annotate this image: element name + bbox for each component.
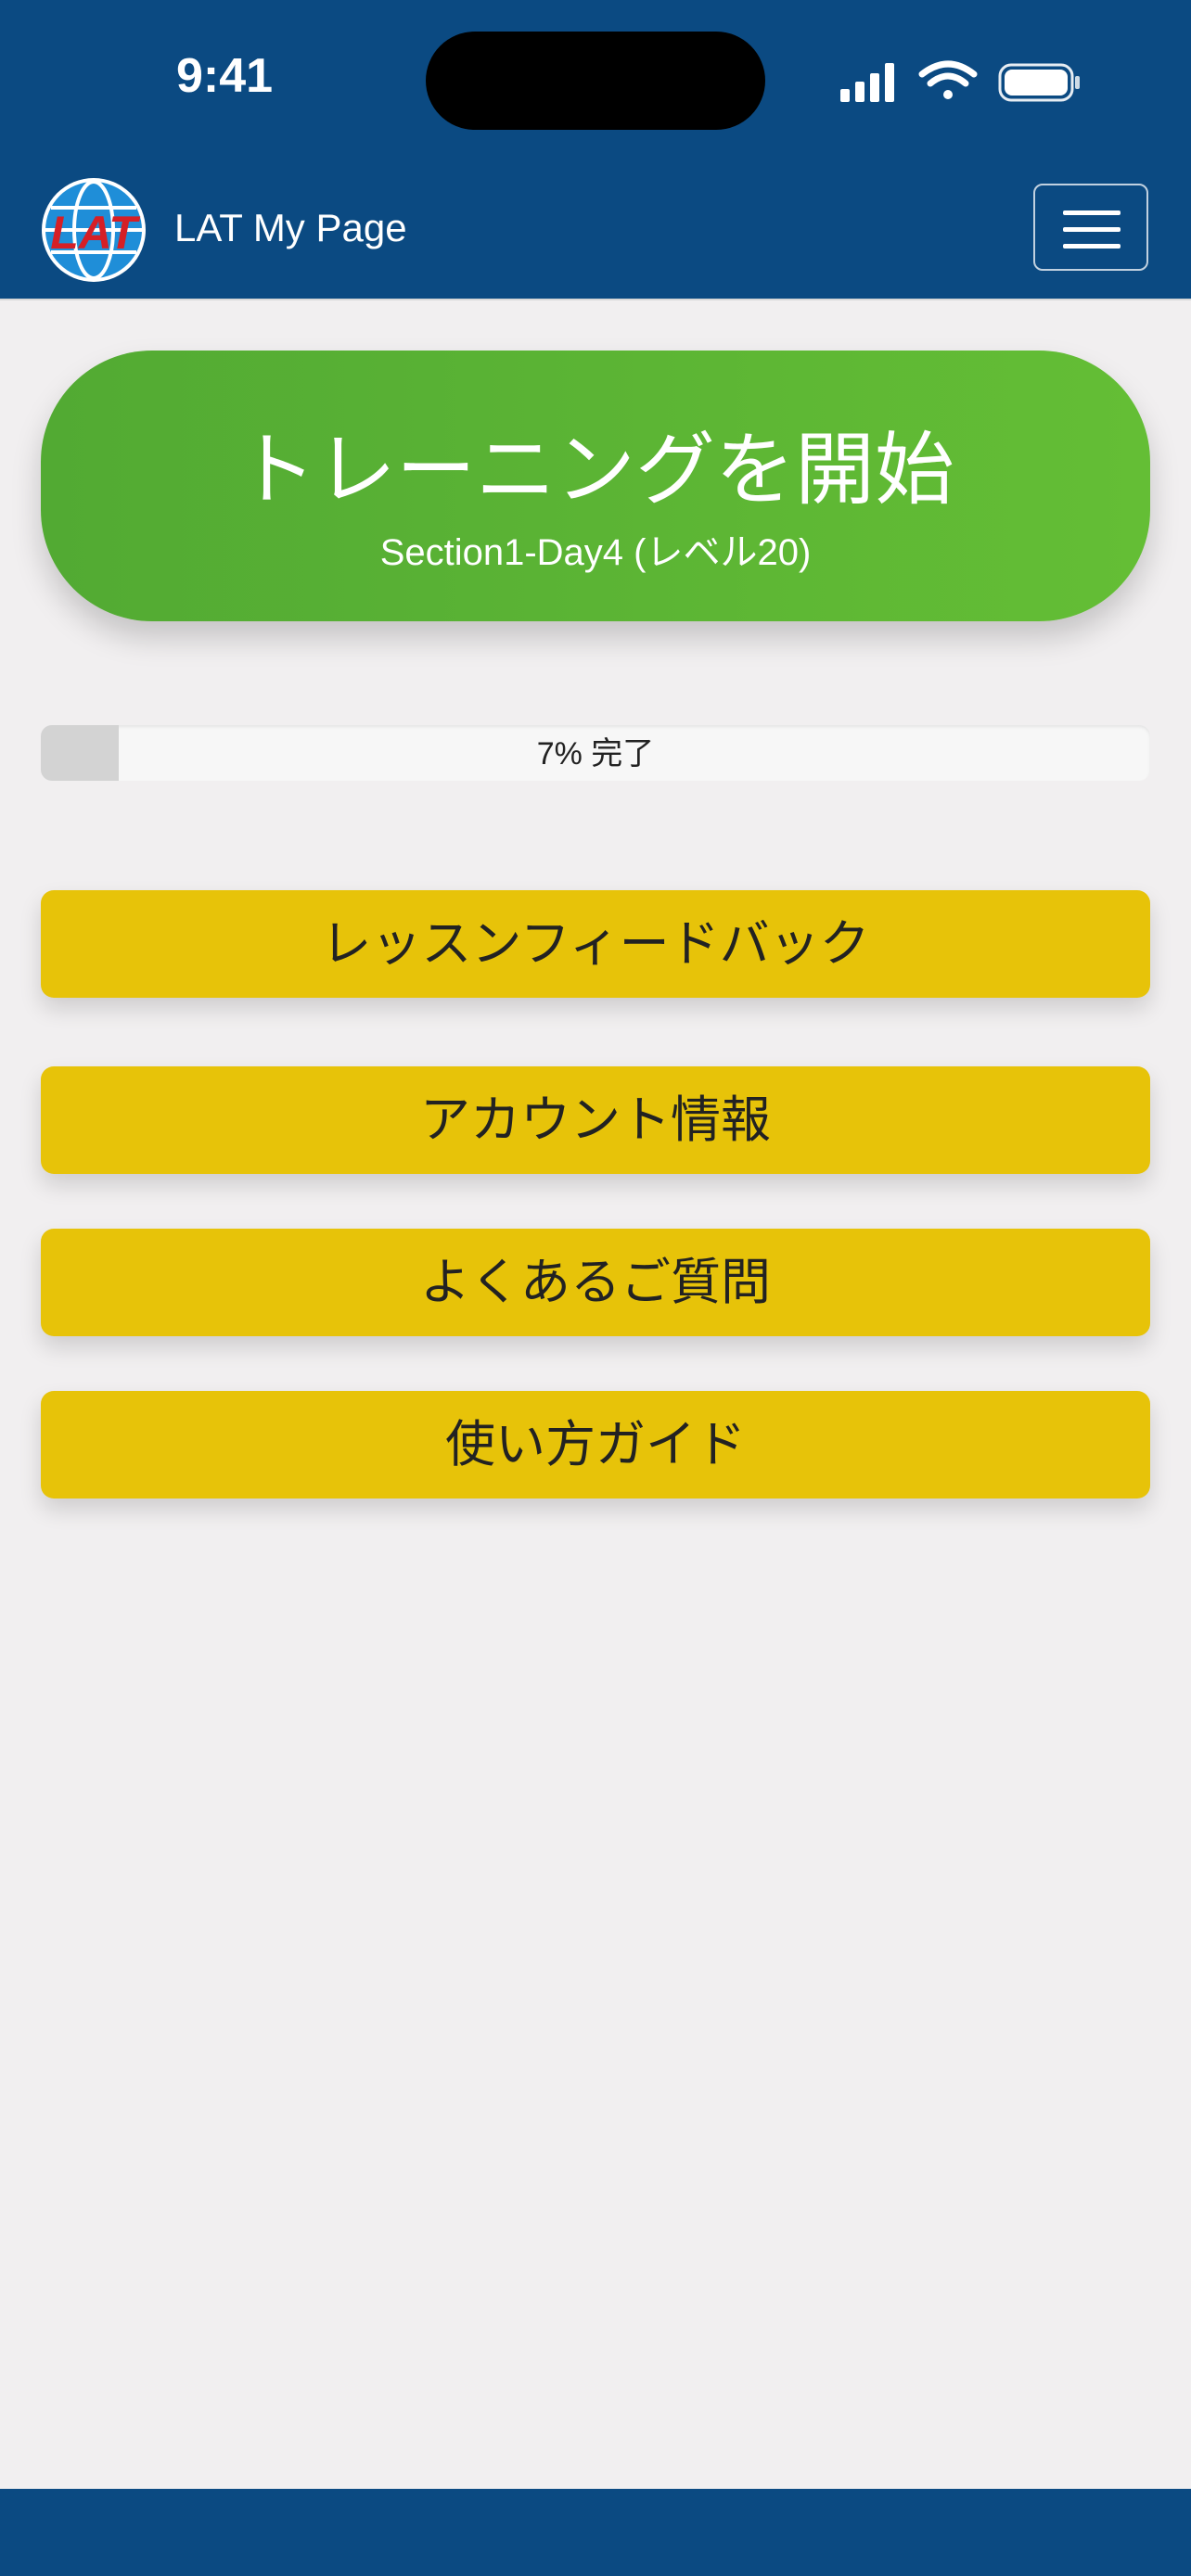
- brand-title: LAT My Page: [174, 206, 407, 249]
- dynamic-island: [426, 32, 765, 130]
- start-training-title: トレーニングを開始: [237, 426, 954, 515]
- signal-icon: [840, 63, 894, 102]
- battery-icon: [998, 63, 1080, 102]
- hamburger-icon: [1063, 210, 1121, 215]
- status-time: 9:41: [176, 49, 274, 103]
- status-bar: 9:41: [0, 0, 1191, 158]
- bottom-bar: [0, 2489, 1191, 2576]
- wifi-icon: [918, 60, 978, 99]
- navbar: LAT LAT My Page: [0, 158, 1191, 300]
- faq-button[interactable]: よくあるご質問: [41, 1229, 1150, 1336]
- lat-logo[interactable]: LAT: [40, 176, 147, 284]
- menu-button[interactable]: [1033, 184, 1148, 271]
- status-icons: [840, 60, 1080, 102]
- progress-label: 7% 完了: [536, 736, 655, 772]
- hamburger-icon: [1063, 244, 1121, 249]
- account-info-button[interactable]: アカウント情報: [41, 1066, 1150, 1174]
- progress-bar: 7% 完了: [41, 725, 1150, 781]
- lesson-feedback-button[interactable]: レッスンフィードバック: [41, 890, 1150, 998]
- logo-text: LAT: [50, 207, 141, 259]
- usage-guide-button[interactable]: 使い方ガイド: [41, 1391, 1150, 1498]
- hamburger-icon: [1063, 227, 1121, 232]
- start-training-button[interactable]: トレーニングを開始 Section1-Day4 (レベル20): [41, 351, 1150, 621]
- start-training-subtitle: Section1-Day4 (レベル20): [379, 532, 812, 573]
